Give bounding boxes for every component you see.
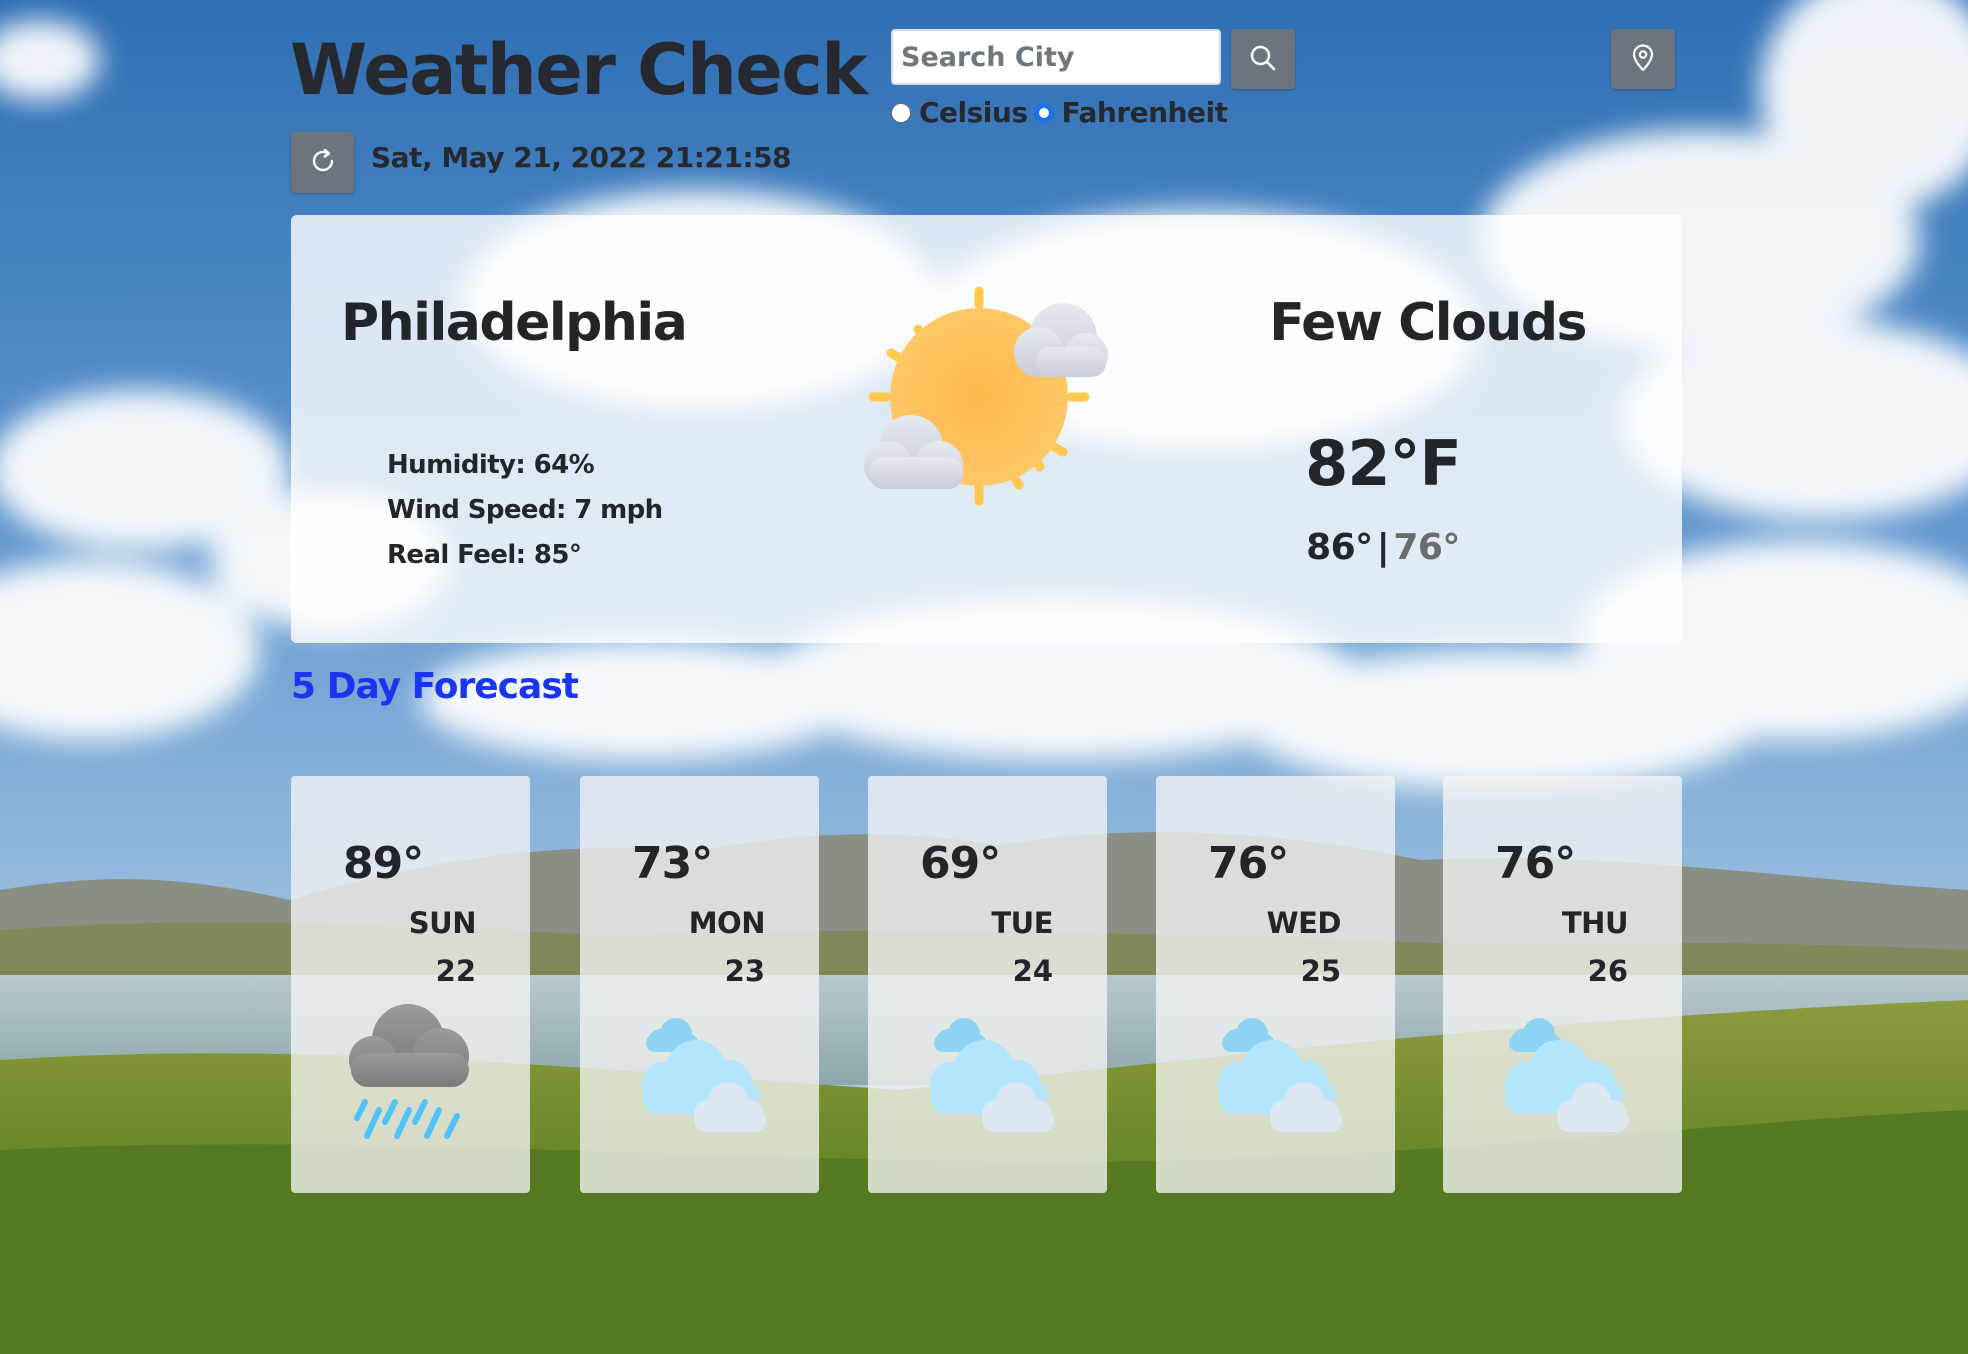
app-title: Weather Check	[290, 29, 868, 111]
forecast-date: 26	[1587, 954, 1628, 988]
city-name: Philadelphia	[341, 293, 688, 353]
forecast-date: 25	[1300, 954, 1341, 988]
forecast-day: MON	[688, 906, 766, 940]
wind-speed: Wind Speed: 7 mph	[387, 495, 663, 525]
forecast-temperature: 76°	[1208, 838, 1289, 889]
forecast-date: 22	[435, 954, 476, 988]
current-datetime: Sat, May 21, 2022 21:21:58	[371, 141, 792, 174]
forecast-card: 76° WED 25	[1156, 776, 1395, 1193]
forecast-temperature: 73°	[632, 838, 713, 889]
current-weather-card: Philadelphia Humidity: 64% Wind Speed: 7…	[291, 215, 1682, 643]
clouds-icon	[632, 998, 782, 1153]
clouds-icon	[1495, 998, 1645, 1153]
humidity: Humidity: 64%	[387, 450, 595, 480]
forecast-day: THU	[1561, 906, 1629, 940]
weather-condition: Few Clouds	[1269, 293, 1587, 353]
forecast-day: SUN	[408, 906, 477, 940]
celsius-radio[interactable]	[891, 102, 911, 123]
refresh-icon	[308, 146, 338, 179]
current-temperature: 82°F	[1305, 427, 1462, 500]
forecast-title: 5 Day Forecast	[291, 666, 579, 707]
current-location-button[interactable]	[1611, 29, 1675, 89]
clouds-icon	[1208, 998, 1358, 1153]
forecast-date: 24	[1012, 954, 1053, 988]
search-city-input[interactable]	[891, 29, 1221, 85]
weather-details: Humidity: 64% Wind Speed: 7 mph Real Fee…	[387, 443, 663, 578]
fahrenheit-radio[interactable]	[1033, 102, 1054, 123]
forecast-temperature: 69°	[920, 838, 1001, 889]
real-feel: Real Feel: 85°	[387, 540, 582, 570]
map-pin-icon	[1628, 43, 1658, 76]
forecast-card: 89° SUN 22	[291, 776, 530, 1193]
high-temperature: 86°	[1306, 527, 1373, 568]
forecast-day: TUE	[991, 906, 1053, 940]
forecast-temperature: 89°	[343, 838, 424, 889]
forecast-card: 76° THU 26	[1443, 776, 1682, 1193]
fahrenheit-label[interactable]: Fahrenheit	[1062, 96, 1228, 129]
clouds-icon	[920, 998, 1070, 1153]
forecast-date: 23	[724, 954, 765, 988]
forecast-temperature: 76°	[1495, 838, 1576, 889]
low-temperature: 76°	[1393, 527, 1460, 568]
celsius-label[interactable]: Celsius	[919, 96, 1028, 129]
forecast-day: WED	[1266, 906, 1342, 940]
sun-with-few-clouds-icon	[851, 267, 1121, 542]
rain-cloud-icon	[343, 998, 493, 1153]
high-low-separator: |	[1376, 527, 1390, 568]
forecast-card: 69° TUE 24	[868, 776, 1107, 1193]
unit-selector: Celsius Fahrenheit	[891, 96, 1233, 129]
high-low-temperature: 86° | 76°	[1306, 527, 1460, 568]
refresh-button[interactable]	[291, 132, 354, 193]
search-button[interactable]	[1231, 29, 1295, 89]
forecast-card: 73° MON 23	[580, 776, 819, 1193]
search-icon	[1248, 43, 1278, 76]
